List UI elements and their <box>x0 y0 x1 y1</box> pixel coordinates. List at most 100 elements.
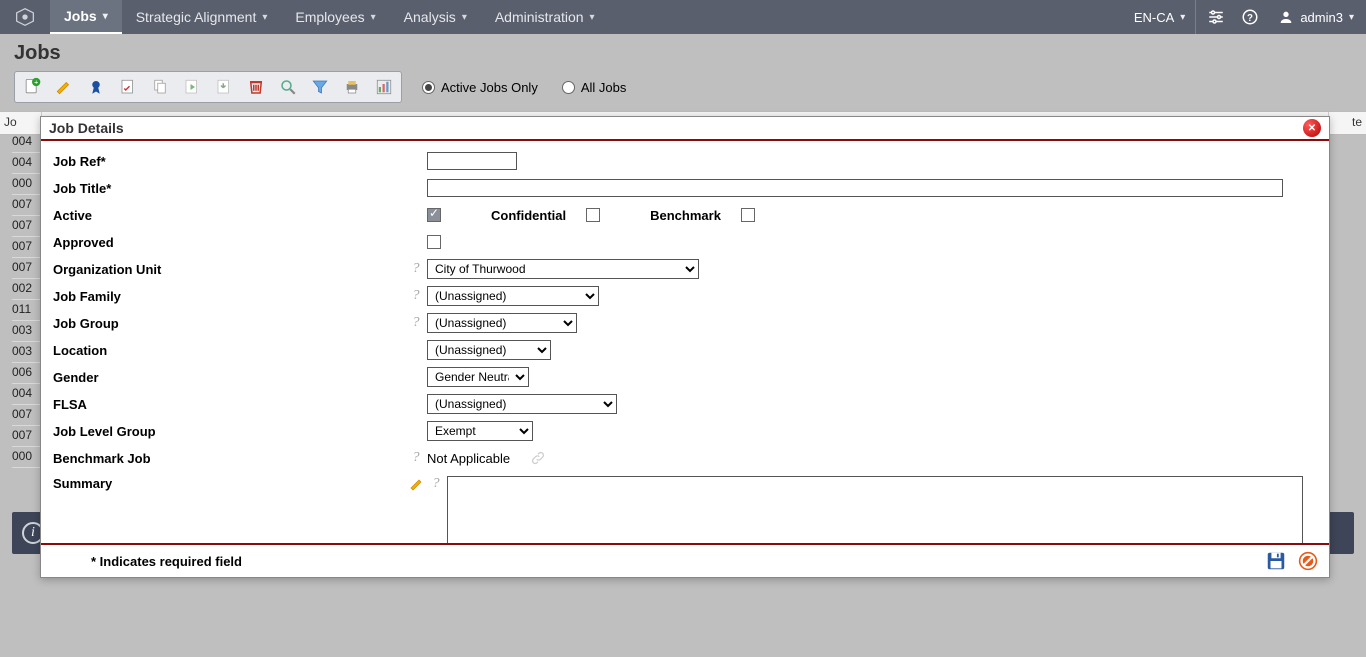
chevron-down-icon: ▾ <box>590 12 595 23</box>
app-logo <box>0 0 50 34</box>
topbar-right: EN-CA ▾ ? admin3 ▾ <box>1124 0 1366 34</box>
label-benchmark: Benchmark <box>650 208 721 223</box>
nav-items: Jobs▾ Strategic Alignment ▾ Employees▾ An… <box>50 0 609 34</box>
nav-employees[interactable]: Employees▾ <box>281 0 389 34</box>
jobref-cell[interactable]: 000 <box>12 447 40 468</box>
filter-button[interactable] <box>305 74 335 100</box>
nav-administration[interactable]: Administration▾ <box>481 0 609 34</box>
radio-active-jobs-only[interactable]: Active Jobs Only <box>422 80 538 95</box>
job-filter-radio-group: Active Jobs Only All Jobs <box>422 80 626 95</box>
help-icon[interactable]: ? <box>409 261 423 277</box>
modal-footer: * Indicates required field <box>41 543 1329 577</box>
active-checkbox[interactable] <box>427 208 441 222</box>
help-icon[interactable]: ? <box>409 315 423 331</box>
edit-button[interactable] <box>49 74 79 100</box>
export-button[interactable] <box>209 74 239 100</box>
modal-body: Job Ref* Job Title* Active Confidential … <box>41 141 1329 543</box>
toolbar-row: + Active Jobs Only All Jobs <box>0 67 1366 111</box>
job-ref-input[interactable] <box>427 152 517 170</box>
job-title-input[interactable] <box>427 179 1283 197</box>
flsa-select[interactable]: (Unassigned) <box>427 394 617 414</box>
user-menu[interactable]: admin3 ▾ <box>1270 9 1354 25</box>
close-button[interactable]: ✕ <box>1303 119 1321 137</box>
radio-label: All Jobs <box>581 80 627 95</box>
save-button[interactable] <box>1265 550 1287 572</box>
radio-all-jobs[interactable]: All Jobs <box>562 80 627 95</box>
play-button[interactable] <box>177 74 207 100</box>
radio-dot-icon <box>562 81 575 94</box>
benchmark-checkbox[interactable] <box>741 208 755 222</box>
chevron-down-icon: ▾ <box>262 12 267 23</box>
jobref-cell[interactable]: 004 <box>12 384 40 405</box>
jobref-cell[interactable]: 007 <box>12 405 40 426</box>
help-icon[interactable]: ? <box>409 450 423 466</box>
jobref-cell[interactable]: 003 <box>12 342 40 363</box>
label-approved: Approved <box>53 235 114 250</box>
chevron-down-icon: ▾ <box>1349 12 1354 23</box>
label-gender: Gender <box>53 370 99 385</box>
nav-label: Strategic Alignment <box>136 9 257 25</box>
chevron-down-icon: ▾ <box>103 11 108 22</box>
search-button[interactable] <box>273 74 303 100</box>
job-group-select[interactable]: (Unassigned) <box>427 313 577 333</box>
approved-checkbox[interactable] <box>427 235 441 249</box>
cancel-button[interactable] <box>1297 550 1319 572</box>
jobref-cell[interactable]: 007 <box>12 195 40 216</box>
nav-jobs[interactable]: Jobs▾ <box>50 0 122 34</box>
modal-titlebar: Job Details ✕ <box>41 117 1329 141</box>
label-job-ref: Job Ref* <box>53 154 106 169</box>
jobref-cell[interactable]: 007 <box>12 258 40 279</box>
edit-summary-icon[interactable] <box>409 476 425 492</box>
jobref-cell[interactable]: 004 <box>12 132 40 153</box>
locale-label: EN-CA <box>1134 10 1174 25</box>
jobref-cell[interactable]: 006 <box>12 363 40 384</box>
top-nav: Jobs▾ Strategic Alignment ▾ Employees▾ An… <box>0 0 1366 34</box>
jobref-cell[interactable]: 004 <box>12 153 40 174</box>
radio-dot-icon <box>422 81 435 94</box>
label-summary: Summary <box>53 476 112 491</box>
chevron-down-icon: ▾ <box>1180 12 1185 23</box>
label-location: Location <box>53 343 107 358</box>
page-header: Jobs <box>0 34 1366 67</box>
summary-textarea[interactable] <box>447 476 1303 543</box>
jobref-cell[interactable]: 011 <box>12 300 40 321</box>
job-family-select[interactable]: (Unassigned) <box>427 286 599 306</box>
new-job-button[interactable]: + <box>17 74 47 100</box>
nav-analysis[interactable]: Analysis ▾ <box>390 0 481 34</box>
chart-button[interactable] <box>369 74 399 100</box>
award-button[interactable] <box>81 74 111 100</box>
settings-sliders-icon[interactable] <box>1202 3 1230 31</box>
jobref-cell[interactable]: 003 <box>12 321 40 342</box>
jobref-column: 004 004 000 007 007 007 007 002 011 003 … <box>12 132 40 468</box>
required-note: * Indicates required field <box>51 554 242 569</box>
help-icon[interactable]: ? <box>1236 3 1264 31</box>
label-org-unit: Organization Unit <box>53 262 161 277</box>
checklist-button[interactable] <box>113 74 143 100</box>
org-unit-select[interactable]: City of Thurwood <box>427 259 699 279</box>
copy-button[interactable] <box>145 74 175 100</box>
label-active: Active <box>53 208 92 223</box>
help-icon[interactable]: ? <box>429 476 443 492</box>
jobref-cell[interactable]: 007 <box>12 426 40 447</box>
locale-selector[interactable]: EN-CA ▾ <box>1124 0 1196 34</box>
location-select[interactable]: (Unassigned) <box>427 340 551 360</box>
delete-button[interactable] <box>241 74 271 100</box>
help-icon[interactable]: ? <box>409 288 423 304</box>
modal-title: Job Details <box>49 120 124 136</box>
jobref-cell[interactable]: 000 <box>12 174 40 195</box>
print-button[interactable] <box>337 74 367 100</box>
jobref-cell[interactable]: 007 <box>12 216 40 237</box>
gender-select[interactable]: Gender Neutral <box>427 367 529 387</box>
col-header-far-right[interactable]: te <box>1328 112 1366 134</box>
jobref-cell[interactable]: 007 <box>12 237 40 258</box>
nav-strategic-alignment[interactable]: Strategic Alignment ▾ <box>122 0 282 34</box>
svg-text:+: + <box>34 78 39 87</box>
nav-label: Analysis <box>404 9 456 25</box>
chevron-down-icon: ▾ <box>462 12 467 23</box>
jobref-cell[interactable]: 002 <box>12 279 40 300</box>
job-level-group-select[interactable]: Exempt <box>427 421 533 441</box>
radio-label: Active Jobs Only <box>441 80 538 95</box>
link-icon[interactable] <box>530 450 546 466</box>
confidential-checkbox[interactable] <box>586 208 600 222</box>
col-header-jobref[interactable]: Jo <box>0 112 42 134</box>
